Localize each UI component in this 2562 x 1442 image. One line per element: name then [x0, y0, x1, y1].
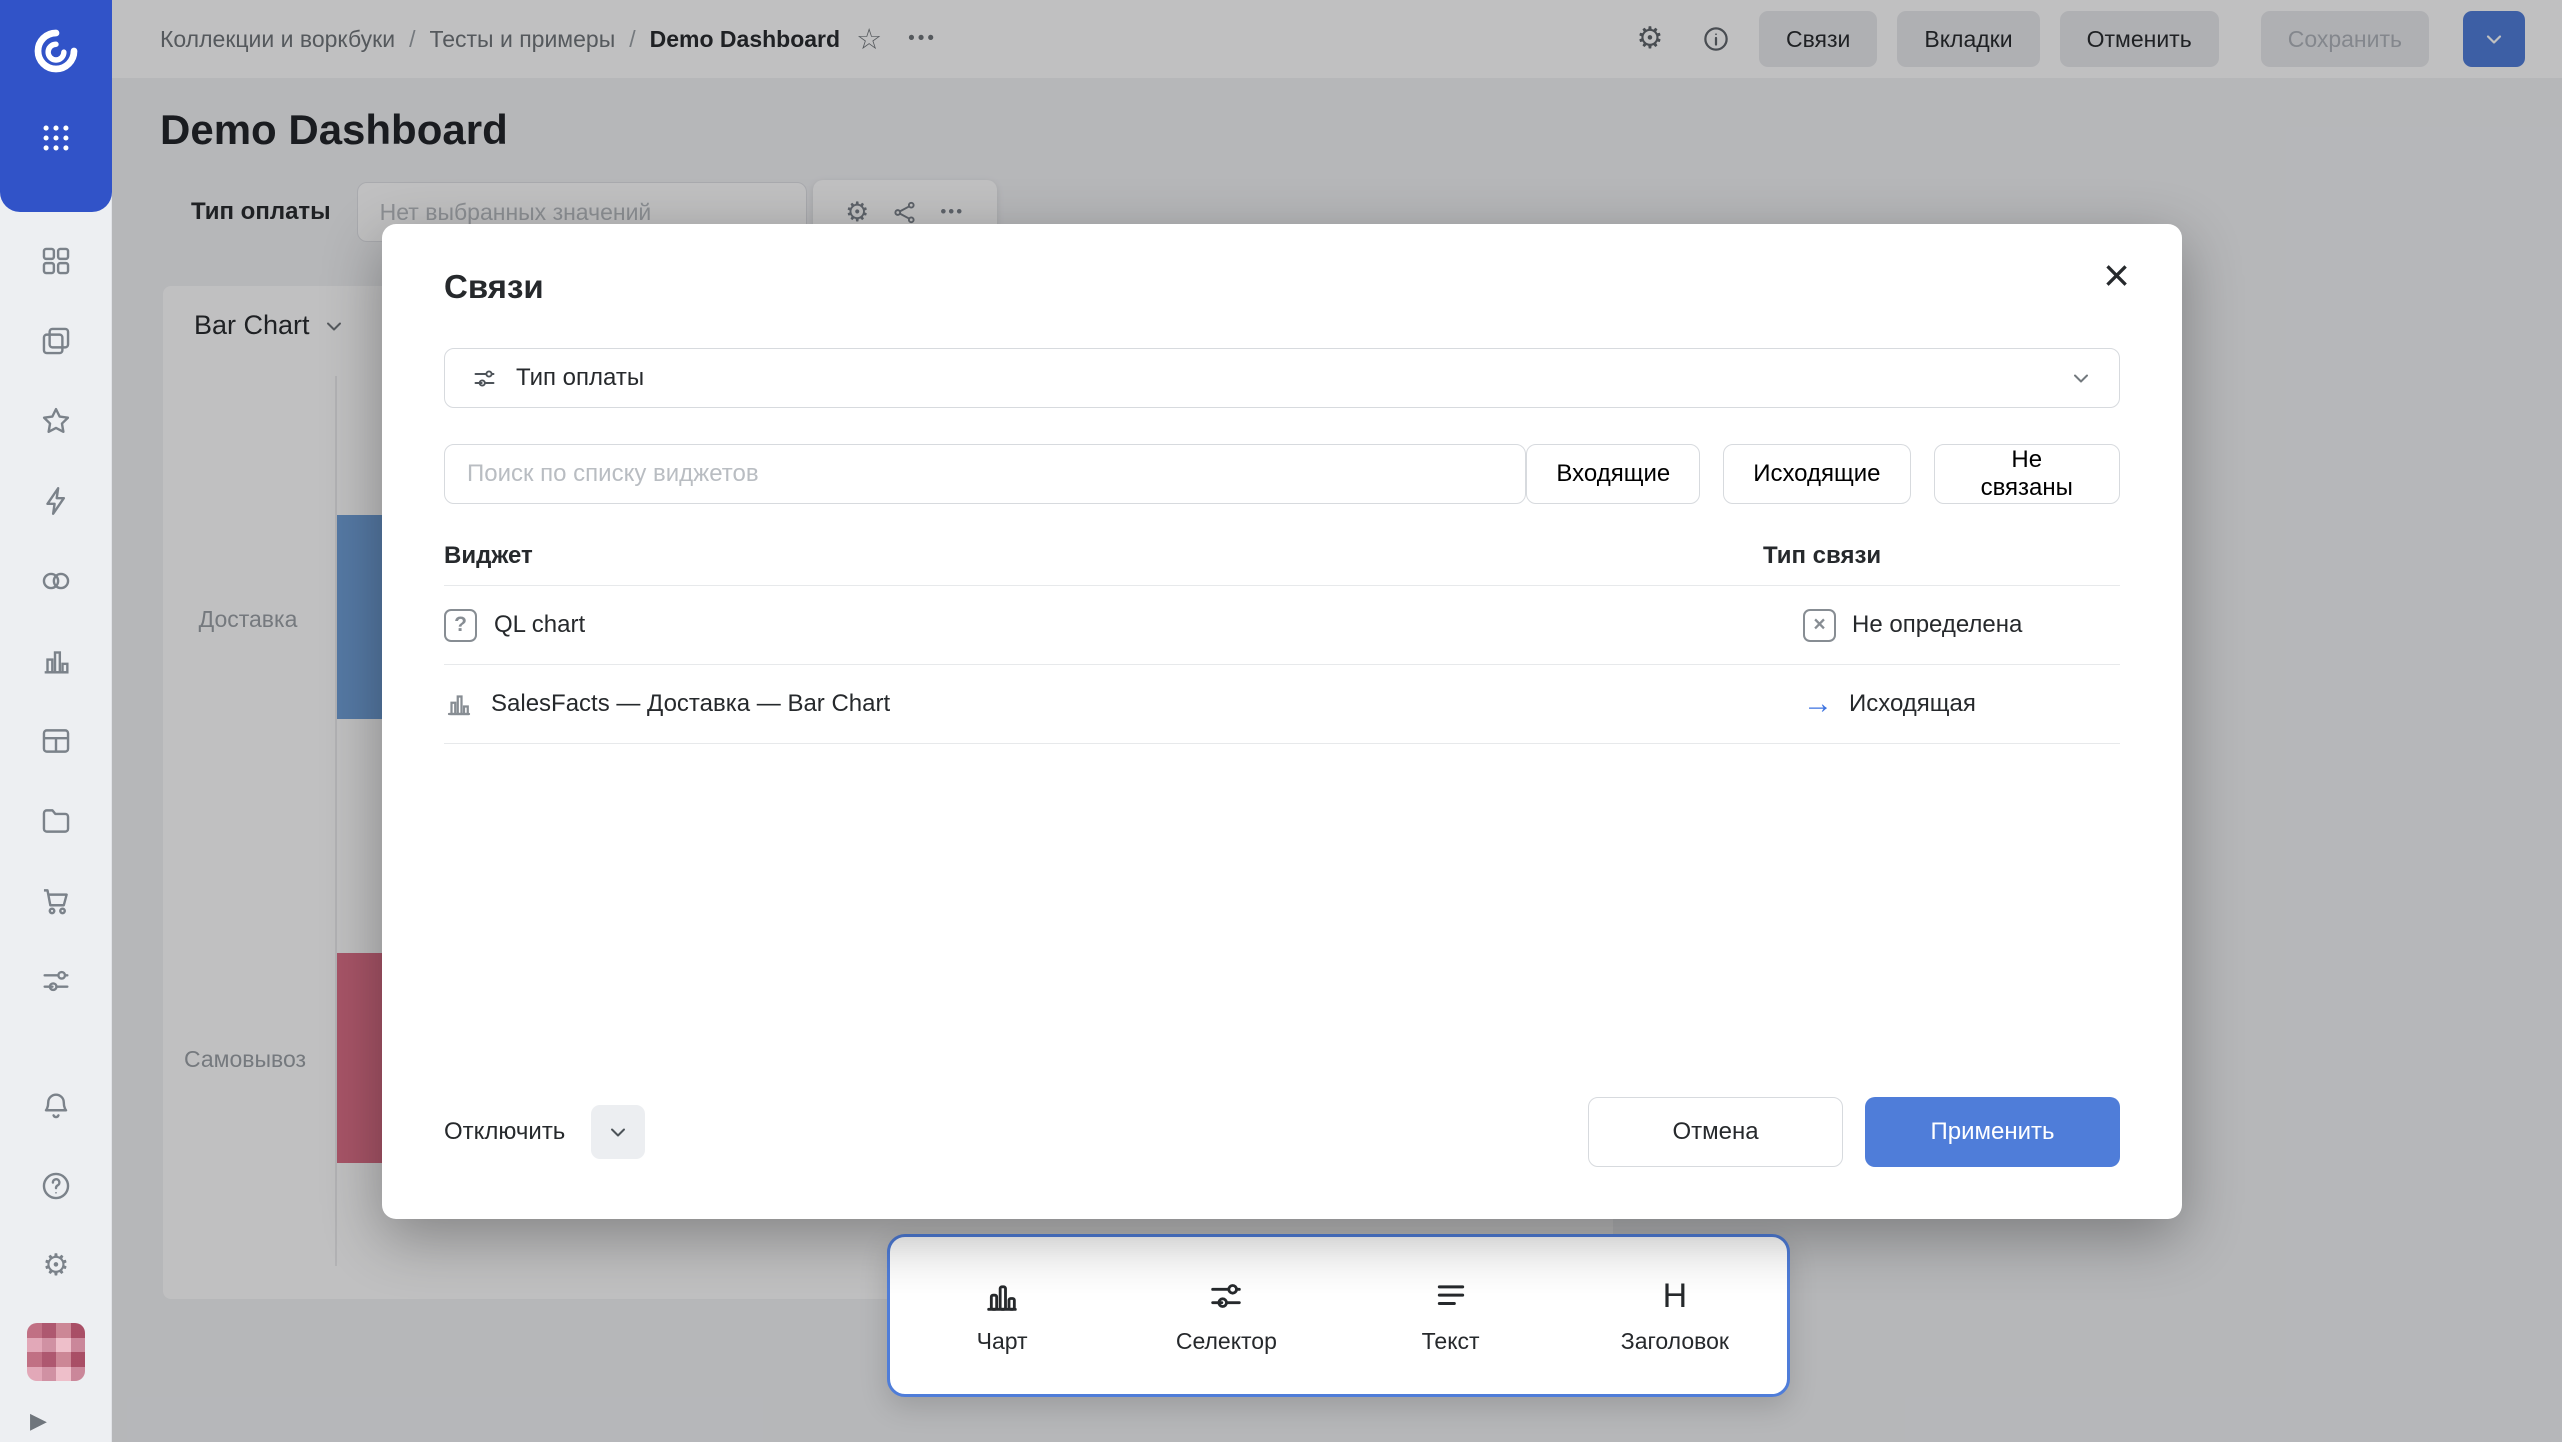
collections-icon[interactable] — [36, 324, 76, 358]
tool-label: Текст — [1422, 1328, 1480, 1355]
table-icon[interactable] — [36, 724, 76, 758]
link-type-cell[interactable]: → Исходящая — [1763, 689, 2120, 719]
link-filter-chips: Входящие Исходящие Не связаны — [1526, 444, 2120, 504]
chevron-down-icon — [2069, 366, 2093, 390]
filter-unlinked-button[interactable]: Не связаны — [1934, 444, 2120, 504]
edit-panel: Чарт Селектор Текст H Заголовок — [887, 1234, 1790, 1397]
disconnect-dropdown-button[interactable] — [591, 1105, 645, 1159]
sidebar-nav — [0, 244, 112, 998]
tool-label: Чарт — [977, 1328, 1028, 1355]
link-type-value: Не определена — [1852, 611, 2022, 639]
column-link-type: Тип связи — [1763, 542, 2120, 570]
outgoing-arrow-icon: → — [1803, 689, 1833, 719]
chart-icon — [982, 1276, 1022, 1316]
text-icon — [1431, 1276, 1471, 1316]
apps-grid-icon[interactable] — [39, 121, 73, 155]
close-icon[interactable]: × — [2103, 252, 2130, 298]
sidebar-expand-icon[interactable]: ▶ — [30, 1408, 47, 1434]
widget-name: SalesFacts — Доставка — Bar Chart — [491, 690, 890, 718]
selector-icon — [471, 365, 498, 392]
widget-cell: SalesFacts — Доставка — Bar Chart — [444, 689, 1763, 719]
table-row[interactable]: SalesFacts — Доставка — Bar Chart → Исхо… — [444, 665, 2120, 744]
app-root: ⚙ ▶ Коллекции и воркбуки / Тесты и приме… — [0, 0, 2562, 1442]
tool-label: Селектор — [1176, 1328, 1277, 1355]
charts-icon[interactable] — [36, 644, 76, 678]
add-text-button[interactable]: Текст — [1339, 1237, 1563, 1394]
search-filter-row: Входящие Исходящие Не связаны — [444, 444, 2120, 504]
widget-select-field[interactable]: Тип оплаты — [444, 348, 2120, 408]
sidebar-bottom-nav: ⚙ — [0, 1089, 112, 1283]
table-row[interactable]: ? QL chart × Не определена — [444, 586, 2120, 665]
lightning-icon[interactable] — [36, 484, 76, 518]
disconnect-button[interactable]: Отключить — [444, 1118, 573, 1146]
table-header: Виджет Тип связи — [444, 526, 2120, 586]
cancel-button[interactable]: Отмена — [1588, 1097, 1843, 1167]
help-icon[interactable] — [36, 1169, 76, 1203]
dialog-title: Связи — [444, 268, 544, 306]
widget-name: QL chart — [494, 611, 585, 639]
add-selector-button[interactable]: Селектор — [1114, 1237, 1338, 1394]
links-dialog: Связи × Тип оплаты Входящие Исходящие Не… — [382, 224, 2182, 1219]
tool-label: Заголовок — [1621, 1328, 1729, 1355]
chart-widget-icon — [444, 689, 474, 719]
notifications-bell-icon[interactable] — [36, 1089, 76, 1123]
selected-widget-value: Тип оплаты — [516, 364, 644, 392]
sliders-icon[interactable] — [36, 964, 76, 998]
favorites-star-icon[interactable] — [36, 404, 76, 438]
user-avatar[interactable] — [27, 1323, 85, 1381]
dashboards-icon[interactable] — [36, 244, 76, 278]
ql-chart-icon: ? — [444, 609, 477, 642]
apply-button[interactable]: Применить — [1865, 1097, 2120, 1167]
links-table: Виджет Тип связи ? QL chart × Не определ… — [444, 526, 2120, 744]
gear-glyph: ⚙ — [43, 1251, 70, 1281]
widget-cell: ? QL chart — [444, 609, 1763, 642]
circles-icon[interactable] — [36, 564, 76, 598]
add-chart-button[interactable]: Чарт — [890, 1237, 1114, 1394]
filter-outgoing-button[interactable]: Исходящие — [1723, 444, 1910, 504]
link-type-value: Исходящая — [1849, 690, 1976, 718]
not-defined-icon: × — [1803, 609, 1836, 642]
folder-icon[interactable] — [36, 804, 76, 838]
sidebar: ⚙ ▶ — [0, 0, 112, 1442]
filter-incoming-button[interactable]: Входящие — [1526, 444, 1700, 504]
dialog-footer: Отключить Отмена Применить — [444, 1097, 2120, 1167]
column-widget: Виджет — [444, 542, 1763, 570]
cart-icon[interactable] — [36, 884, 76, 918]
add-heading-button[interactable]: H Заголовок — [1563, 1237, 1787, 1394]
heading-icon: H — [1663, 1276, 1688, 1316]
chevron-down-icon — [606, 1120, 630, 1144]
settings-gear-icon[interactable]: ⚙ — [36, 1249, 76, 1283]
selector-icon — [1206, 1276, 1246, 1316]
logo-block — [0, 0, 112, 212]
datalens-logo[interactable] — [29, 24, 83, 78]
widget-search-input[interactable] — [444, 444, 1526, 504]
link-type-cell[interactable]: × Не определена — [1763, 609, 2120, 642]
